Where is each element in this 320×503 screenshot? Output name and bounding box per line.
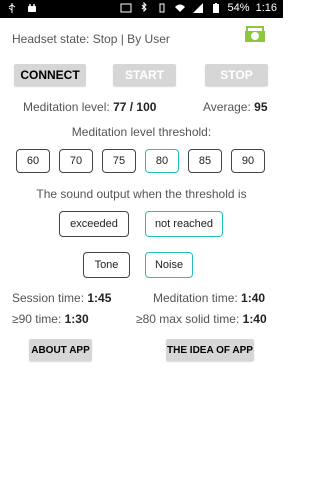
- session-time-label: Session time:: [12, 291, 85, 305]
- average-label: Average:: [203, 100, 251, 114]
- ge80-max-value: 1:40: [242, 312, 267, 326]
- headset-state: Headset state: Stop | By User: [12, 32, 170, 46]
- threshold-title: Meditation level threshold:: [71, 125, 212, 139]
- connect-button[interactable]: CONNECT: [14, 64, 86, 86]
- headset-logo-icon: [243, 25, 267, 43]
- type-tone-button[interactable]: Tone: [83, 252, 130, 278]
- meditation-level-value: 77 / 100: [113, 100, 157, 114]
- meditation-time-label: Meditation time:: [153, 291, 238, 305]
- android-icon: [26, 2, 38, 14]
- usb-icon: [6, 2, 18, 14]
- wifi-icon: [174, 2, 186, 14]
- session-time-row: Session time: 1:45: [12, 291, 111, 305]
- sound-title: The sound output when the threshold is: [36, 187, 247, 201]
- threshold-options: 60 70 75 80 85 90: [16, 149, 265, 173]
- meditation-time-value: 1:40: [241, 291, 266, 305]
- header-row: Headset state: Stop | By User: [12, 26, 271, 50]
- meditation-time-row: Meditation time: 1:40: [153, 291, 265, 305]
- session-time-value: 1:45: [87, 291, 112, 305]
- type-noise-button[interactable]: Noise: [145, 252, 193, 278]
- threshold-60-button[interactable]: 60: [16, 149, 50, 173]
- ge90-time-row: ≥90 time: 1:30: [12, 312, 89, 326]
- threshold-85-button[interactable]: 85: [188, 149, 222, 173]
- ge90-time-value: 1:30: [64, 312, 89, 326]
- start-button[interactable]: START: [113, 64, 176, 86]
- condition-exceeded-button[interactable]: exceeded: [59, 211, 129, 237]
- average-value: 95: [254, 100, 268, 114]
- threshold-75-button[interactable]: 75: [102, 149, 136, 173]
- battery-icon: [210, 2, 222, 14]
- ge90-time-label: ≥90 time:: [12, 312, 62, 326]
- condition-not-reached-button[interactable]: not reached: [145, 211, 223, 237]
- meditation-level-row: Meditation level: 77 / 100: [23, 100, 156, 114]
- signal-icon: [192, 2, 204, 14]
- idea-of-app-button[interactable]: THE IDEA OF APP: [166, 339, 254, 361]
- status-bar: 54% 1:16: [0, 0, 283, 18]
- threshold-90-button[interactable]: 90: [231, 149, 265, 173]
- about-app-button[interactable]: ABOUT APP: [29, 339, 92, 361]
- cast-icon: [120, 2, 132, 14]
- battery-percent: 54%: [227, 2, 250, 14]
- average-row: Average: 95: [203, 100, 268, 114]
- threshold-80-button[interactable]: 80: [145, 149, 179, 173]
- vibrate-icon: [156, 2, 168, 14]
- clock: 1:16: [255, 2, 277, 14]
- stop-button[interactable]: STOP: [205, 64, 268, 86]
- threshold-70-button[interactable]: 70: [59, 149, 93, 173]
- ge80-max-label: ≥80 max solid time:: [136, 312, 240, 326]
- bluetooth-icon: [138, 2, 150, 14]
- ge80-max-row: ≥80 max solid time: 1:40: [136, 312, 267, 326]
- meditation-level-label: Meditation level:: [23, 100, 110, 114]
